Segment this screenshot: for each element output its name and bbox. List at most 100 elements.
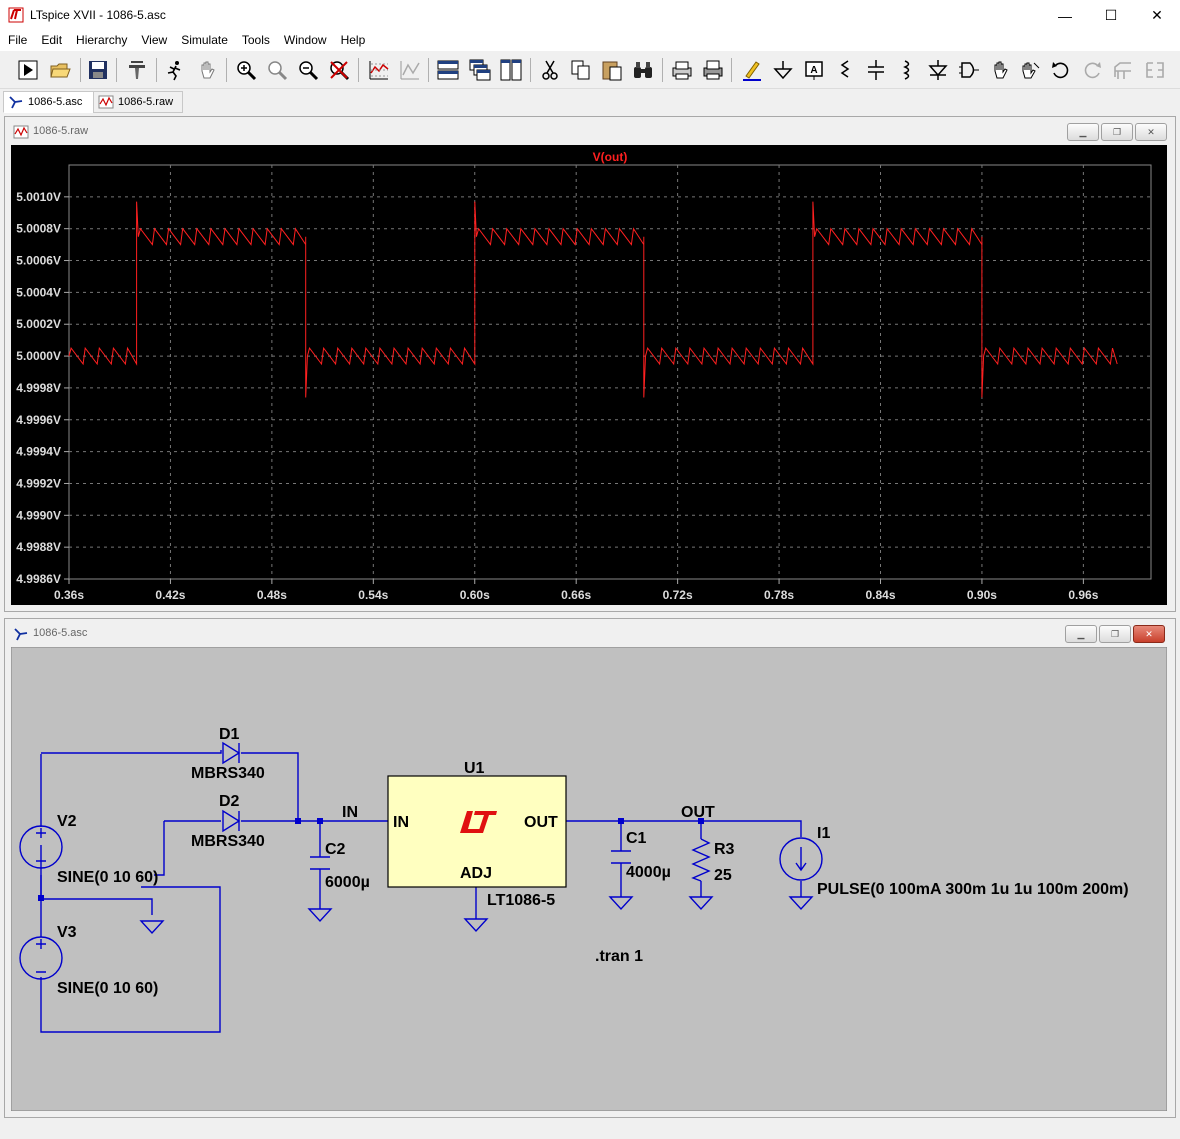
zoom-out-icon[interactable] [295, 57, 321, 83]
y-tick-label: 5.0002V [16, 317, 61, 331]
tab-label: 1086-5.raw [118, 96, 174, 108]
plot-background [11, 145, 1167, 605]
close-button[interactable]: ✕ [1134, 0, 1180, 31]
minimize-icon[interactable]: ▁ [1065, 625, 1097, 643]
plot-settings-icon[interactable] [397, 57, 423, 83]
draw-wire-icon[interactable] [739, 57, 765, 83]
restore-icon[interactable]: ❐ [1099, 625, 1131, 643]
window-title: LTspice XVII - 1086-5.asc [30, 8, 166, 22]
print-icon[interactable] [700, 57, 726, 83]
paste-icon[interactable] [599, 57, 625, 83]
y-tick-label: 4.9994V [16, 445, 61, 459]
halt-icon[interactable] [162, 57, 188, 83]
menu-window[interactable]: Window [277, 31, 334, 51]
d1-label: D1 [219, 726, 240, 743]
menu-simulate[interactable]: Simulate [174, 31, 235, 51]
y-tick-label: 5.0000V [16, 349, 61, 363]
mirror-icon[interactable] [1141, 57, 1167, 83]
drag-icon[interactable] [1017, 57, 1043, 83]
tab-schematic[interactable]: 1086-5.asc [3, 91, 99, 113]
close-icon[interactable]: ✕ [1135, 123, 1167, 141]
minimize-icon[interactable]: ▁ [1067, 123, 1099, 141]
waveform-window-titlebar: 1086-5.raw ▁ ❐ ✕ [5, 117, 1175, 145]
zoom-cancel-icon[interactable] [326, 57, 352, 83]
document-tab-bar: 1086-5.asc 1086-5.raw [0, 89, 1180, 113]
r3-label: R3 [714, 841, 735, 858]
u1-pin-adj: ADJ [460, 865, 492, 882]
i1-value: PULSE(0 100mA 300m 1u 1u 100m 200m) [817, 881, 1129, 898]
maximize-button[interactable]: ☐ [1088, 0, 1134, 31]
x-tick-label: 0.84s [865, 588, 895, 602]
cascade-icon[interactable] [467, 57, 493, 83]
net-label-in: IN [342, 804, 358, 821]
schematic-window: 1086-5.asc ▁ ❐ ✕ D1 MBRS340 D2 MBRS340 V… [4, 618, 1176, 1118]
u1-pin-out: OUT [524, 814, 558, 831]
component-icon[interactable] [956, 57, 982, 83]
minimize-button[interactable]: — [1042, 0, 1088, 31]
autorange-icon[interactable] [366, 57, 392, 83]
zoom-in-icon[interactable] [233, 57, 259, 83]
d2-model: MBRS340 [191, 833, 265, 850]
label-net-icon[interactable]: A [801, 57, 827, 83]
pan-icon[interactable] [194, 57, 220, 83]
diode-icon[interactable] [925, 57, 951, 83]
x-tick-label: 0.96s [1068, 588, 1098, 602]
inductor-icon[interactable] [894, 57, 920, 83]
c1-label: C1 [626, 830, 647, 847]
tab-waveform[interactable]: 1086-5.raw [93, 91, 183, 113]
v2-label: V2 [57, 813, 77, 830]
menu-view[interactable]: View [134, 31, 174, 51]
r3-value: 25 [714, 867, 732, 884]
waveform-icon [13, 125, 29, 139]
menu-file[interactable]: File [0, 31, 34, 51]
ground-icon[interactable] [770, 57, 796, 83]
u1-label: U1 [464, 760, 485, 777]
y-tick-label: 5.0004V [16, 285, 61, 299]
menu-bar: File Edit Hierarchy View Simulate Tools … [0, 31, 1180, 51]
y-tick-label: 4.9996V [16, 413, 61, 427]
close-icon[interactable]: ✕ [1133, 625, 1165, 643]
spice-directive: .tran 1 [595, 948, 643, 965]
rotate-icon[interactable] [1110, 57, 1136, 83]
tile-horizontal-icon[interactable] [435, 57, 461, 83]
capacitor-icon[interactable] [863, 57, 889, 83]
x-tick-label: 0.72s [663, 588, 693, 602]
move-icon[interactable] [987, 57, 1013, 83]
print-preview-icon[interactable] [669, 57, 695, 83]
schematic-canvas[interactable]: D1 MBRS340 D2 MBRS340 V2 SINE(0 10 60) V… [11, 647, 1167, 1111]
d1-model: MBRS340 [191, 765, 265, 782]
title-bar: LTspice XVII - 1086-5.asc — ☐ ✕ [0, 0, 1180, 31]
resistor-icon[interactable] [832, 57, 858, 83]
y-tick-label: 5.0010V [16, 190, 61, 204]
y-tick-label: 5.0008V [16, 222, 61, 236]
menu-hierarchy[interactable]: Hierarchy [69, 31, 134, 51]
toolbar: A [0, 52, 1180, 89]
redo-icon[interactable] [1079, 57, 1105, 83]
restore-icon[interactable]: ❐ [1101, 123, 1133, 141]
y-tick-label: 4.9998V [16, 381, 61, 395]
ltspice-app-icon [8, 7, 24, 23]
trace-label: V(out) [593, 150, 628, 164]
v2-value: SINE(0 10 60) [57, 869, 158, 886]
y-tick-label: 4.9992V [16, 476, 61, 490]
x-tick-label: 0.78s [764, 588, 794, 602]
x-tick-label: 0.60s [460, 588, 490, 602]
waveform-plot[interactable]: 0.36s 0.42s 0.48s 0.54s 0.60s 0.66s 0.72s 0.78s… [11, 145, 1167, 605]
find-icon[interactable] [630, 57, 656, 83]
menu-tools[interactable]: Tools [235, 31, 277, 51]
x-tick-label: 0.36s [54, 588, 84, 602]
zoom-full-icon[interactable] [264, 57, 290, 83]
menu-edit[interactable]: Edit [34, 31, 69, 51]
u1-part: LT1086-5 [487, 892, 555, 909]
control-panel-icon[interactable] [124, 57, 150, 83]
x-tick-label: 0.54s [358, 588, 388, 602]
i1-label: I1 [817, 825, 830, 842]
copy-icon[interactable] [568, 57, 594, 83]
undo-icon[interactable] [1048, 57, 1074, 83]
run-icon[interactable] [15, 57, 41, 83]
cut-icon[interactable] [537, 57, 563, 83]
menu-help[interactable]: Help [334, 31, 373, 51]
open-icon[interactable] [47, 57, 73, 83]
tile-vertical-icon[interactable] [498, 57, 524, 83]
save-icon[interactable] [85, 57, 111, 83]
